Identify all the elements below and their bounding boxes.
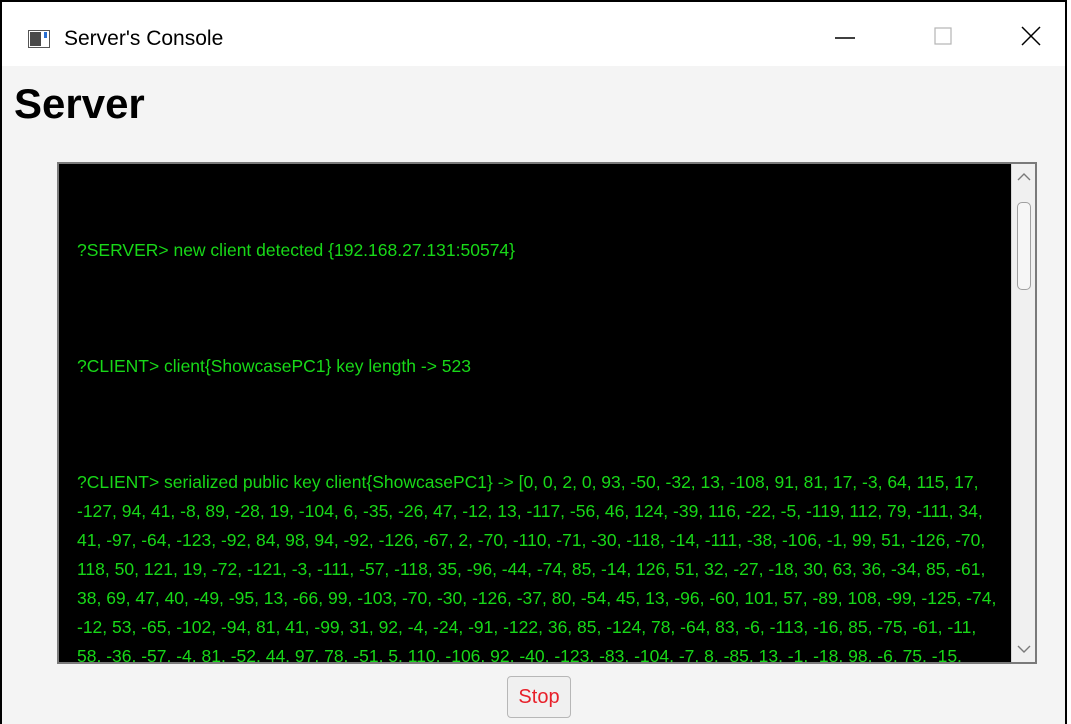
close-icon: [1021, 26, 1041, 46]
page-title: Server: [14, 80, 145, 127]
close-button[interactable]: [1008, 16, 1054, 58]
chevron-up-icon: [1017, 173, 1031, 181]
window-title: Server's Console: [64, 27, 224, 50]
console-output[interactable]: ?SERVER> new client detected {192.168.27…: [57, 162, 1037, 664]
minimize-button[interactable]: [822, 16, 868, 58]
maximize-icon: [934, 27, 952, 45]
stop-button[interactable]: Stop: [507, 676, 571, 718]
server-console-window: Server's Console Server ?SERVER> new cli…: [0, 0, 1067, 724]
console-text: ?SERVER> new client detected {192.168.27…: [77, 178, 1005, 664]
console-line: ?CLIENT> serialized public key client{Sh…: [77, 472, 997, 664]
app-window-icon: [28, 30, 50, 48]
maximize-button[interactable]: [920, 16, 966, 58]
chevron-down-icon: [1017, 645, 1031, 653]
title-bar: Server's Console: [2, 2, 1065, 66]
console-line: ?CLIENT> client{ShowcasePC1} key length …: [77, 356, 471, 376]
scroll-down-button[interactable]: [1012, 638, 1035, 660]
scroll-thumb[interactable]: [1017, 202, 1031, 290]
vertical-scrollbar[interactable]: [1011, 164, 1035, 662]
console-line: ?SERVER> new client detected {192.168.27…: [77, 240, 516, 260]
minimize-icon: [835, 37, 855, 39]
scroll-up-button[interactable]: [1012, 166, 1035, 188]
